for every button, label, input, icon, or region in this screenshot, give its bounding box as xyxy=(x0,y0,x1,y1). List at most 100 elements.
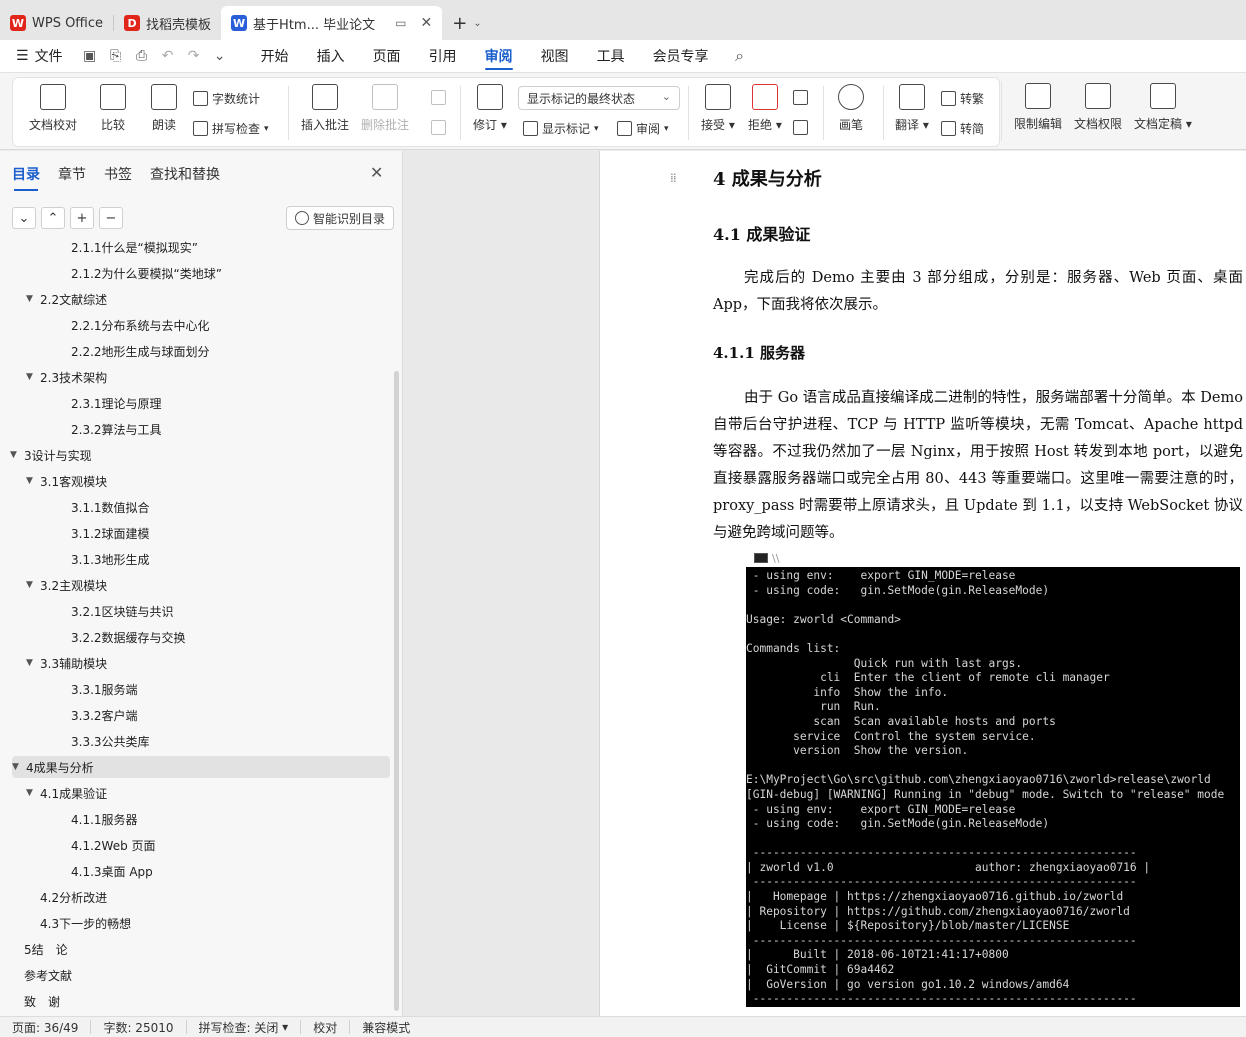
status-page[interactable]: 页面: 36/49 xyxy=(0,1020,92,1035)
review-pane-button[interactable]: 审阅 ▾ xyxy=(617,120,669,137)
collapse-up-button[interactable]: ⌃ xyxy=(41,207,65,229)
toc-item[interactable]: 4.1.1服务器 xyxy=(71,808,138,830)
menu-view[interactable]: 视图 xyxy=(527,40,583,72)
toc-item[interactable]: 致 谢 xyxy=(24,990,60,1012)
status-spell-check[interactable]: 拼写检查: 关闭 ▾ xyxy=(187,1020,302,1035)
to-simplified-button[interactable]: 转简 xyxy=(941,120,984,137)
toc-item[interactable]: 2.2.1分布系统与去中心化 xyxy=(71,314,210,336)
toc-item[interactable]: 2.3.2算法与工具 xyxy=(71,418,162,440)
toc-item[interactable]: 2.1.1什么是“模拟现实” xyxy=(71,239,198,258)
document-page[interactable]: ⁞⁞ 4 成果与分析 4.1 成果验证 完成后的 Demo 主要由 3 部分组成… xyxy=(599,151,1246,1016)
menu-home[interactable]: 开始 xyxy=(247,40,303,72)
word-count-button[interactable]: 字数统计 xyxy=(193,90,260,107)
to-traditional-button[interactable]: 转繁 xyxy=(941,90,984,107)
pen-button[interactable]: 画笔 xyxy=(838,84,864,133)
add-level-button[interactable]: + xyxy=(70,207,94,229)
restrict-edit-button[interactable]: 限制编辑 xyxy=(1014,83,1062,132)
toc-item[interactable]: ▼ 4.1成果验证 xyxy=(26,782,107,804)
status-proofread[interactable]: 校对 xyxy=(301,1020,351,1035)
toc-item[interactable]: 3.1.3地形生成 xyxy=(71,548,150,570)
expand-arrow-icon[interactable]: ▼ xyxy=(26,294,40,304)
remove-level-button[interactable]: − xyxy=(99,207,123,229)
expand-arrow-icon[interactable]: ▼ xyxy=(26,658,40,668)
next-change-button[interactable] xyxy=(793,120,808,135)
expand-arrow-icon[interactable]: ▼ xyxy=(26,580,40,590)
toc-item[interactable]: 4.3下一步的畅想 xyxy=(40,912,131,934)
print-preview-icon[interactable]: ⎙ xyxy=(129,40,155,72)
toc-scrollbar[interactable] xyxy=(394,371,399,1011)
translate-button[interactable]: 翻译 ▾ xyxy=(895,84,929,133)
undo-icon[interactable]: ↶ xyxy=(155,40,181,72)
toc-item[interactable]: 3.1.2球面建模 xyxy=(71,522,150,544)
status-word-count[interactable]: 字数: 25010 xyxy=(91,1020,187,1035)
track-changes-button[interactable]: 修订 ▾ xyxy=(473,84,507,133)
expand-down-button[interactable]: ⌄ xyxy=(12,207,36,229)
expand-arrow-icon[interactable]: ▼ xyxy=(10,450,24,460)
toc-item[interactable]: 3.3.1服务端 xyxy=(71,678,138,700)
toc-item[interactable]: ▼ 2.2文献综述 xyxy=(26,288,107,310)
toc-item[interactable]: ▼ 2.3技术架构 xyxy=(26,366,107,388)
search-icon[interactable]: ⌕ xyxy=(727,40,753,72)
toc-item[interactable]: 2.2.2地形生成与球面划分 xyxy=(71,340,210,362)
toc-item[interactable]: 3.1.1数值拟合 xyxy=(71,496,150,518)
toc-item[interactable]: 3.2.2数据缓存与交换 xyxy=(71,626,186,648)
expand-arrow-icon[interactable]: ▼ xyxy=(26,788,40,798)
toc-item[interactable]: ▼ 3.2主观模块 xyxy=(26,574,107,596)
new-tab-button[interactable]: + ⌄ xyxy=(442,6,491,40)
toc-item[interactable]: 3.3.2客户端 xyxy=(71,704,138,726)
save-icon[interactable]: ▣ xyxy=(77,40,103,72)
toc-item[interactable]: 5结 论 xyxy=(24,938,68,960)
tab-current-document[interactable]: W 基于Htm... 毕业论文 ▭ ✕ xyxy=(221,6,443,40)
toc-item[interactable]: ▼ 3.3辅助模块 xyxy=(26,652,107,674)
toc-item[interactable]: ▼ 3.1客观模块 xyxy=(26,470,107,492)
quick-access-chevron-icon[interactable]: ⌄ xyxy=(207,40,233,72)
toc-item[interactable]: 3.3.3公共类库 xyxy=(71,730,150,752)
toc-item[interactable]: 4.2分析改进 xyxy=(40,886,107,908)
insert-comment-button[interactable]: 插入批注 xyxy=(301,84,349,133)
tab-docer-templates[interactable]: D 找稻壳模板 xyxy=(114,6,221,40)
menu-insert[interactable]: 插入 xyxy=(303,40,359,72)
nav-tab-bookmarks[interactable]: 书签 xyxy=(104,164,132,184)
close-nav-pane-icon[interactable]: ✕ xyxy=(370,163,383,182)
toc-item[interactable]: 4.1.3桌面 App xyxy=(71,860,153,882)
toc-item[interactable]: 4.1.2Web 页面 xyxy=(71,834,156,856)
smart-toc-button[interactable]: 智能识别目录 xyxy=(286,206,395,230)
nav-tab-chapters[interactable]: 章节 xyxy=(58,164,86,184)
accept-button[interactable]: 接受 ▾ xyxy=(701,84,735,133)
toc-item[interactable]: 2.1.2为什么要模拟“类地球” xyxy=(71,262,222,284)
drag-handle-icon[interactable]: ⁞⁞ xyxy=(670,172,677,184)
toc-item[interactable]: 参考文献 xyxy=(24,964,72,986)
menu-review[interactable]: 审阅 xyxy=(471,40,527,72)
menu-member[interactable]: 会员专享 xyxy=(639,40,723,72)
tab-wps-office[interactable]: W WPS Office xyxy=(0,6,113,40)
reject-button[interactable]: 拒绝 ▾ xyxy=(748,84,782,133)
nav-tab-toc[interactable]: 目录 xyxy=(12,164,40,191)
window-restore-icon[interactable]: ▭ xyxy=(395,16,406,30)
toc-item[interactable]: 2.3.1理论与原理 xyxy=(71,392,162,414)
doc-permission-button[interactable]: 文档权限 xyxy=(1074,83,1122,132)
expand-arrow-icon[interactable]: ▼ xyxy=(26,372,40,382)
nav-tab-find-replace[interactable]: 查找和替换 xyxy=(150,164,220,184)
read-aloud-button[interactable]: 朗读 xyxy=(151,84,177,133)
prev-change-button[interactable] xyxy=(793,90,808,105)
spell-check-button[interactable]: 拼写检查 ▾ xyxy=(193,120,269,137)
menu-references[interactable]: 引用 xyxy=(415,40,471,72)
prev-comment-button[interactable] xyxy=(431,90,446,105)
show-markup-button[interactable]: 显示标记 ▾ xyxy=(523,120,599,137)
doc-check-button[interactable]: 文档校对 xyxy=(29,84,77,133)
menu-tools[interactable]: 工具 xyxy=(583,40,639,72)
toc-item[interactable]: 3.2.1区块链与共识 xyxy=(71,600,174,622)
toc-item[interactable]: ▼ 4成果与分析 xyxy=(12,756,390,778)
next-comment-button[interactable] xyxy=(431,120,446,135)
doc-finalize-button[interactable]: 文档定稿 ▾ xyxy=(1134,83,1192,132)
file-menu[interactable]: ☰ 文件 xyxy=(0,40,77,72)
toc-item[interactable]: ▼ 3设计与实现 xyxy=(10,444,92,466)
compare-button[interactable]: 比较 xyxy=(100,84,126,133)
expand-arrow-icon[interactable]: ▼ xyxy=(26,476,40,486)
redo-icon[interactable]: ↷ xyxy=(181,40,207,72)
share-icon[interactable]: ⎘ xyxy=(103,40,129,72)
delete-comment-button[interactable]: 删除批注 xyxy=(361,84,409,133)
markup-state-select[interactable]: 显示标记的最终状态 ⌄ xyxy=(518,86,680,110)
close-tab-icon[interactable]: ✕ xyxy=(420,15,432,31)
menu-page[interactable]: 页面 xyxy=(359,40,415,72)
